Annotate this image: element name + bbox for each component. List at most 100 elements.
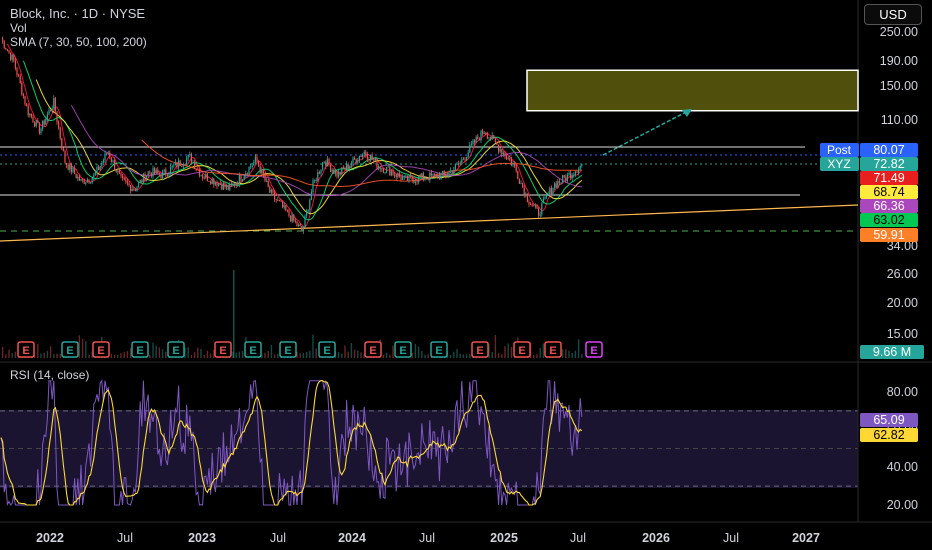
candle-body (126, 181, 128, 184)
candle-body (13, 54, 15, 61)
candle-body (296, 221, 298, 227)
candle-body (302, 226, 304, 231)
candle-body (190, 154, 192, 164)
candle-body (85, 182, 87, 184)
candle-body (414, 181, 416, 183)
earnings-marker[interactable]: E (244, 341, 262, 358)
candle-body (206, 173, 208, 182)
earnings-marker[interactable]: E (214, 341, 232, 358)
candle-body (147, 171, 149, 176)
candle-body (138, 182, 140, 188)
volume-spike (233, 270, 235, 358)
earnings-marker[interactable]: E (318, 341, 336, 358)
candle-body (171, 166, 173, 168)
price-tag-value: 72.82 (873, 157, 904, 171)
candle-body (216, 182, 218, 187)
candle-body (555, 183, 557, 188)
candle-body (19, 76, 21, 83)
currency-button[interactable]: USD (864, 4, 922, 25)
price-tag-value: 71.49 (873, 171, 904, 185)
candle-body (38, 122, 40, 134)
earnings-marker[interactable]: E (430, 341, 448, 358)
price-tag: XYZ 72.82 (820, 157, 918, 171)
candle-body (83, 179, 85, 184)
candle-body (218, 183, 220, 187)
symbol-title[interactable]: Block, Inc. · 1D · NYSE (10, 6, 145, 21)
earnings-marker[interactable]: E (364, 341, 382, 358)
sma-legend-label[interactable]: SMA (7, 30, 50, 100, 200) (10, 35, 147, 49)
candle-body (35, 120, 37, 127)
candle-body (141, 179, 143, 183)
volume-bar (203, 354, 205, 358)
candle-body (187, 154, 189, 159)
price-tag-value: 63.02 (873, 213, 904, 227)
candle-body (382, 168, 384, 173)
candle-body (59, 127, 61, 139)
rsi-legend-label[interactable]: RSI (14, close) (10, 368, 89, 382)
candle-body (24, 95, 26, 105)
candle-body (211, 178, 213, 184)
earnings-marker[interactable]: E (61, 341, 79, 358)
candle-body (493, 135, 495, 139)
candle-body (245, 173, 247, 177)
chart-canvas[interactable]: E E E E E E E E E E E E E E E E 250.00 190.00 150.00 110.0… (0, 0, 932, 550)
candle-body (312, 180, 314, 193)
earnings-marker[interactable]: E (394, 341, 412, 358)
volume-bar (113, 354, 116, 358)
time-tick-label: 2025 (490, 531, 518, 545)
target-zone (526, 69, 859, 156)
earnings-marker[interactable]: E (92, 341, 110, 358)
candle-body (370, 155, 372, 161)
candle-body (309, 199, 311, 211)
candle-body (378, 166, 380, 169)
price-tag: Post 80.07 (820, 143, 918, 157)
candle-body (496, 142, 498, 145)
candle-body (579, 165, 581, 170)
volume-bar (561, 349, 564, 358)
earnings-marker[interactable]: E (167, 341, 185, 358)
candle-body (157, 169, 159, 173)
volume-bar (43, 352, 45, 358)
time-axis[interactable]: 2022 Jul 2023 Jul 2024 Jul 2025 Jul 2026 Jul 2027 (36, 531, 820, 545)
candle-body (259, 166, 261, 174)
candle-body (32, 116, 34, 123)
candle-body (48, 110, 50, 115)
price-levels (0, 146, 859, 242)
candle-body (270, 189, 272, 193)
candle-body (91, 178, 93, 183)
candle-body (293, 214, 295, 221)
volume-legend-label[interactable]: Vol (10, 21, 27, 35)
earnings-marker[interactable]: E (471, 341, 489, 358)
volume-bar (59, 353, 61, 358)
earnings-marker[interactable]: E (513, 341, 531, 358)
volume-bar (414, 343, 417, 358)
candle-body (467, 152, 469, 158)
candle-body (454, 164, 456, 170)
candle-body (150, 172, 152, 177)
candle-body (581, 164, 583, 166)
candle-body (549, 187, 551, 195)
volume-bar (491, 351, 493, 358)
candle-body (574, 171, 576, 175)
earnings-marker[interactable]: E (131, 341, 149, 358)
candle-body (102, 160, 104, 163)
candle-body (547, 194, 549, 196)
candle-body (366, 154, 368, 160)
rsi-tick-label: 80.00 (887, 385, 918, 399)
candle-body (365, 151, 367, 155)
candle-body (482, 130, 484, 134)
candle-body (546, 195, 548, 198)
earnings-marker[interactable]: E (17, 341, 35, 358)
candle-body (290, 216, 292, 222)
candle-body (435, 174, 437, 179)
candle-body (45, 119, 47, 125)
volume-bar (497, 353, 500, 358)
earnings-marker[interactable]: E (585, 341, 603, 358)
candle-body (123, 178, 125, 180)
candle-body (314, 179, 316, 181)
earnings-marker[interactable]: E (279, 341, 297, 358)
volume-bar (337, 352, 340, 358)
earnings-marker[interactable]: E (544, 341, 562, 358)
candle-body (242, 179, 244, 181)
candle-body (355, 159, 357, 163)
